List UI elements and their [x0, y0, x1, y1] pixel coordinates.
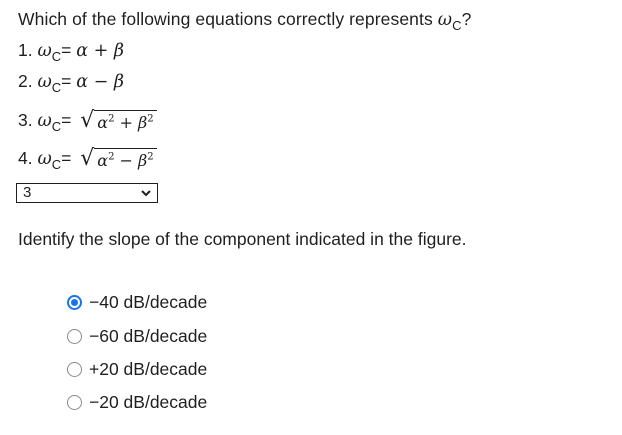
chevron-down-icon	[141, 190, 151, 197]
equation-3: 3. ωC= √ α2 + β2	[18, 110, 157, 134]
radio-button[interactable]	[67, 395, 82, 410]
answer-select-value: 3	[23, 184, 32, 201]
radio-option-2[interactable]: −60 dB/decade	[67, 326, 207, 347]
radio-button[interactable]	[67, 329, 82, 344]
sqrt-expression: √ α2 + β2	[80, 110, 157, 132]
equation-4: 4. ωC= √ α2 − β2	[18, 148, 157, 172]
radio-button-selected[interactable]	[67, 295, 82, 310]
radio-option-3[interactable]: +20 dB/decade	[67, 359, 207, 380]
radio-option-1[interactable]: −40 dB/decade	[67, 292, 207, 313]
equation-1: 1. ωC= α + β	[18, 40, 124, 64]
question2-prompt: Identify the slope of the component indi…	[18, 229, 467, 249]
answer-select[interactable]: 3	[16, 183, 158, 203]
equation-2: 2. ωC= α − β	[18, 71, 124, 95]
question1-prompt: Which of the following equations correct…	[18, 9, 472, 33]
radio-option-4[interactable]: −20 dB/decade	[67, 392, 207, 413]
sqrt-expression: √ α2 − β2	[80, 148, 157, 170]
radio-button[interactable]	[67, 362, 82, 377]
